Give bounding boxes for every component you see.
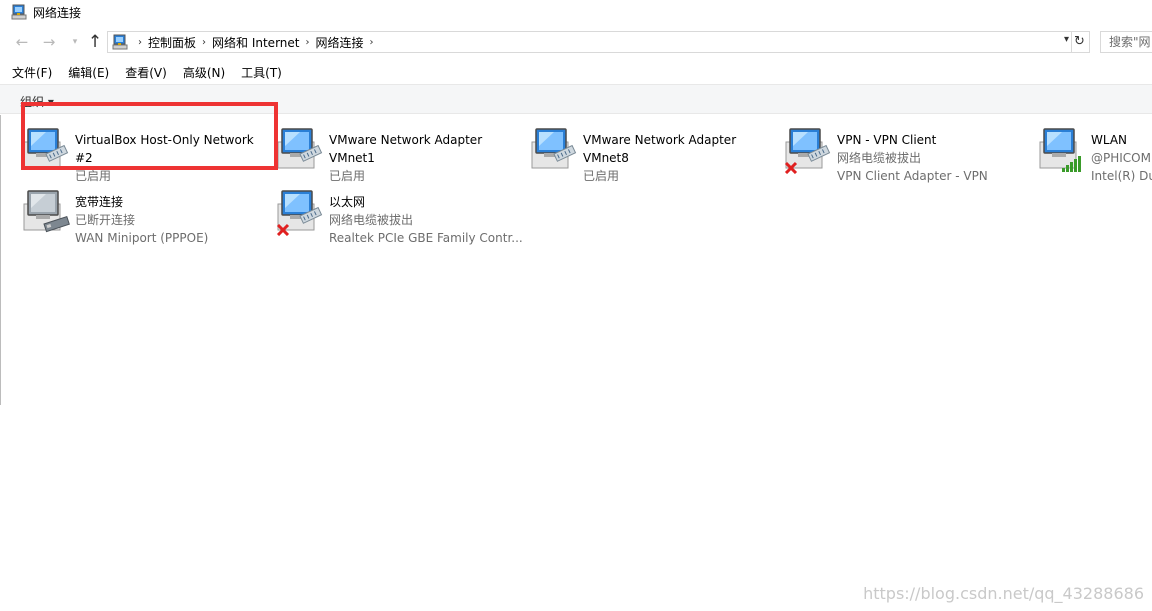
connection-name-line2: VMnet8 bbox=[583, 151, 629, 165]
address-dropdown-chevron-icon[interactable]: ▾ bbox=[1064, 34, 1069, 45]
menu-file[interactable]: 文件(F) bbox=[12, 64, 52, 81]
connection-name: VMware Network Adapter bbox=[329, 133, 483, 147]
connection-status: 已断开连接 bbox=[75, 213, 136, 227]
ethernet-adapter-icon bbox=[276, 124, 326, 174]
menu-edit[interactable]: 编辑(E) bbox=[68, 64, 109, 81]
connection-name: WLAN bbox=[1091, 133, 1128, 147]
breadcrumb-control-panel[interactable]: 控制面板 bbox=[148, 34, 196, 51]
address-row: ← → ▾ ↑ › 控制面板 › 网络和 Internet › 网络连接 › ▾… bbox=[0, 28, 1152, 56]
title-bar: 网络连接 bbox=[0, 0, 1152, 24]
forward-arrow-icon[interactable]: → bbox=[40, 32, 58, 52]
connection-wlan[interactable]: WLAN @PHICOM Intel(R) Dua bbox=[1038, 122, 1152, 183]
network-connections-icon bbox=[11, 4, 27, 20]
refresh-icon[interactable]: ↻ bbox=[1070, 31, 1090, 53]
menu-bar: 文件(F) 编辑(E) 查看(V) 高级(N) 工具(T) bbox=[0, 61, 1152, 83]
connection-status: 网络电缆被拔出 bbox=[329, 213, 414, 227]
broadband-adapter-icon bbox=[22, 186, 72, 236]
connection-device: WAN Miniport (PPPOE) bbox=[75, 231, 209, 245]
watermark-text: https://blog.csdn.net/qq_43288686 bbox=[863, 584, 1144, 603]
connection-name: VPN - VPN Client bbox=[837, 133, 937, 147]
connection-name: 宽带连接 bbox=[75, 195, 124, 209]
up-arrow-icon[interactable]: ↑ bbox=[86, 32, 104, 52]
breadcrumb-network-internet[interactable]: 网络和 Internet bbox=[212, 34, 299, 51]
breadcrumb-separator-icon[interactable]: › bbox=[305, 37, 309, 48]
search-input[interactable]: 搜索"网 bbox=[1100, 31, 1152, 53]
connection-vpn-client[interactable]: VPN - VPN Client 网络电缆被拔出 VPN Client Adap… bbox=[784, 122, 1034, 183]
back-arrow-icon[interactable]: ← bbox=[13, 32, 31, 52]
connection-device: Intel(R) Dua bbox=[1091, 169, 1152, 183]
connection-name: VMware Network Adapter bbox=[583, 133, 737, 147]
connection-text: VPN - VPN Client 网络电缆被拔出 VPN Client Adap… bbox=[837, 131, 988, 185]
red-highlight-box bbox=[21, 102, 278, 170]
connection-name: 以太网 bbox=[329, 195, 366, 209]
connection-status: 网络电缆被拔出 bbox=[837, 151, 922, 165]
connection-status: 已启用 bbox=[583, 169, 620, 183]
disconnected-adapter-icon bbox=[276, 186, 326, 237]
connection-text: 以太网 网络电缆被拔出 Realtek PCIe GBE Family Cont… bbox=[329, 193, 523, 247]
connection-text: WLAN @PHICOM Intel(R) Dua bbox=[1091, 131, 1152, 185]
ethernet-adapter-icon bbox=[530, 124, 580, 174]
connection-name-line2: VMnet1 bbox=[329, 151, 375, 165]
connection-text: VMware Network Adapter VMnet1 已启用 bbox=[329, 131, 482, 185]
menu-view[interactable]: 查看(V) bbox=[125, 64, 167, 81]
address-bar[interactable]: › 控制面板 › 网络和 Internet › 网络连接 › ▾ bbox=[107, 31, 1072, 53]
breadcrumb-network-connections[interactable]: 网络连接 bbox=[315, 34, 363, 51]
connection-text: 宽带连接 已断开连接 WAN Miniport (PPPOE) bbox=[75, 193, 208, 247]
connection-broadband[interactable]: 宽带连接 已断开连接 WAN Miniport (PPPOE) bbox=[22, 184, 272, 245]
window-title: 网络连接 bbox=[33, 5, 82, 20]
wifi-adapter-icon bbox=[1038, 124, 1088, 174]
connection-vmware-vmnet8[interactable]: VMware Network Adapter VMnet8 已启用 bbox=[530, 122, 780, 183]
menu-advanced[interactable]: 高级(N) bbox=[183, 64, 225, 81]
connection-vmware-vmnet1[interactable]: VMware Network Adapter VMnet1 已启用 bbox=[276, 122, 526, 183]
control-panel-icon bbox=[112, 34, 128, 50]
connection-device: VPN Client Adapter - VPN bbox=[837, 169, 988, 183]
recent-locations-chevron-icon[interactable]: ▾ bbox=[66, 32, 84, 52]
connection-ethernet[interactable]: 以太网 网络电缆被拔出 Realtek PCIe GBE Family Cont… bbox=[276, 184, 526, 245]
connection-status: @PHICOM bbox=[1091, 151, 1151, 165]
breadcrumb-separator-icon[interactable]: › bbox=[202, 37, 206, 48]
breadcrumb-separator-icon[interactable]: › bbox=[138, 37, 142, 48]
disconnected-adapter-icon bbox=[784, 124, 834, 175]
connection-status: 已启用 bbox=[329, 169, 366, 183]
connection-device: Realtek PCIe GBE Family Contr... bbox=[329, 231, 523, 245]
breadcrumb-separator-icon[interactable]: › bbox=[370, 37, 374, 48]
menu-tools[interactable]: 工具(T) bbox=[241, 64, 282, 81]
connection-text: VMware Network Adapter VMnet8 已启用 bbox=[583, 131, 736, 185]
pane-divider bbox=[0, 115, 1, 405]
